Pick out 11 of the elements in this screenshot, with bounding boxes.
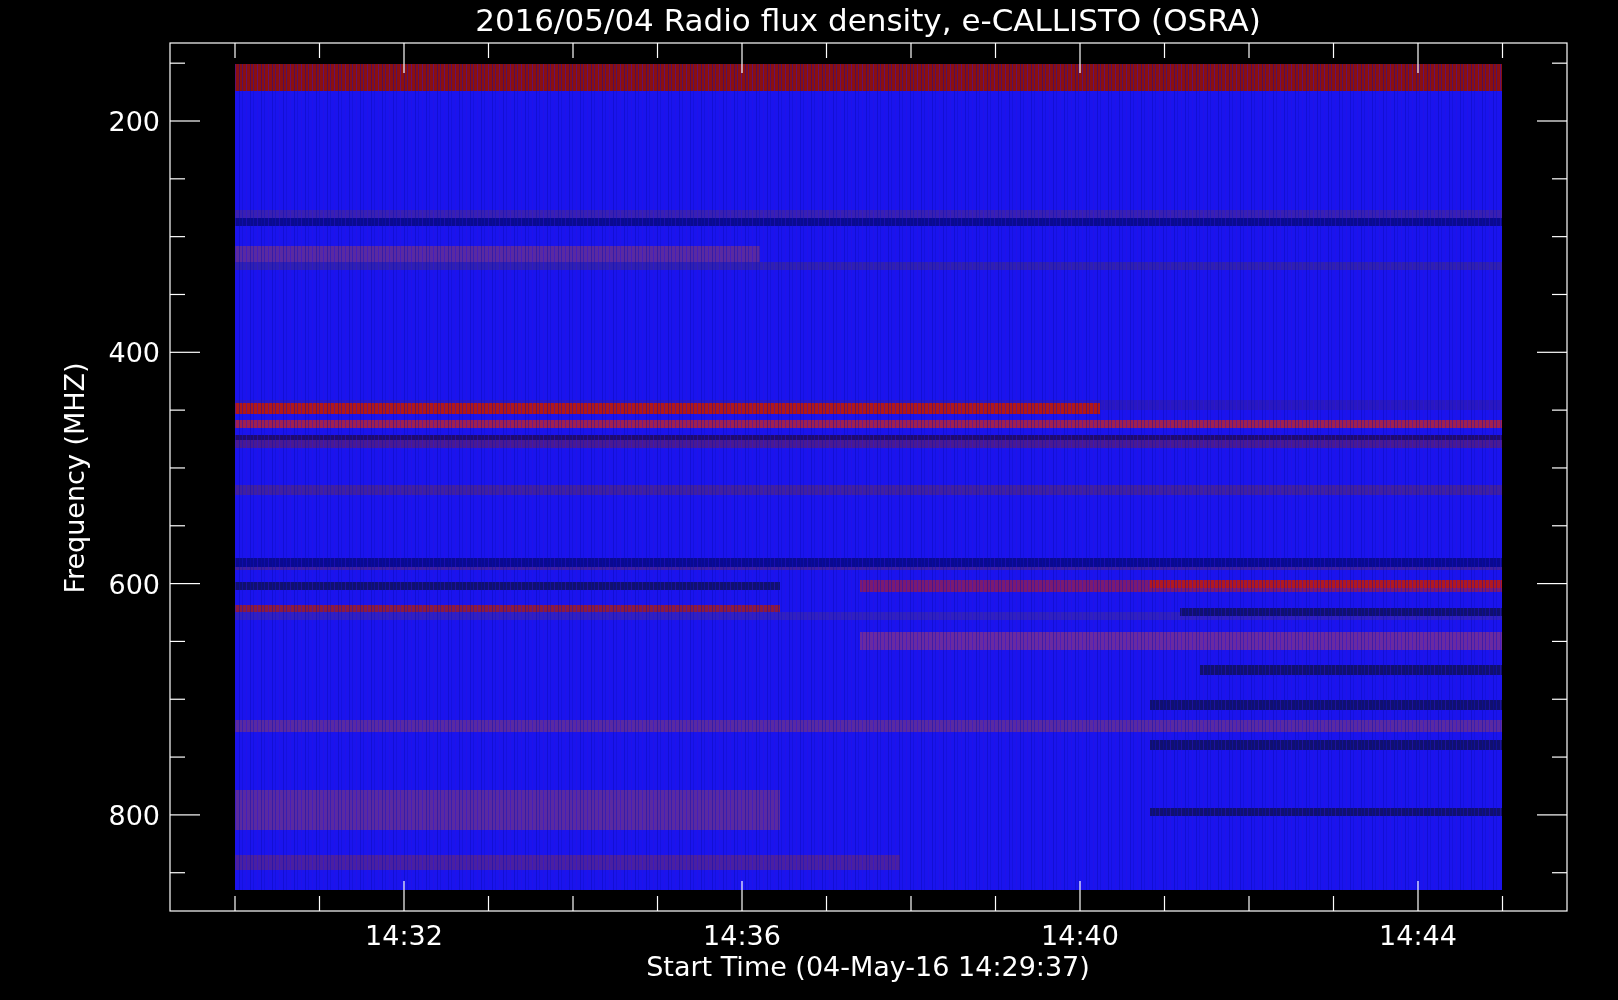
x-tick-label: 14:40 [1041, 920, 1119, 951]
y-tick-label: 600 [108, 568, 160, 600]
y-tick-label: 200 [108, 106, 160, 137]
x-tick-label: 14:32 [365, 920, 443, 951]
chart-title: 2016/05/04 Radio flux density, e-CALLISTO (OSRA) [475, 2, 1261, 38]
y-tick-label: 400 [108, 337, 160, 369]
x-axis-label: Start Time (04-May-16 14:29:37) [646, 951, 1090, 982]
x-tick-label: 14:44 [1379, 920, 1457, 951]
x-tick-label: 14:36 [703, 920, 781, 951]
y-axis-label: Frequency (MHZ) [59, 362, 90, 594]
y-tick-label: 800 [108, 799, 160, 831]
